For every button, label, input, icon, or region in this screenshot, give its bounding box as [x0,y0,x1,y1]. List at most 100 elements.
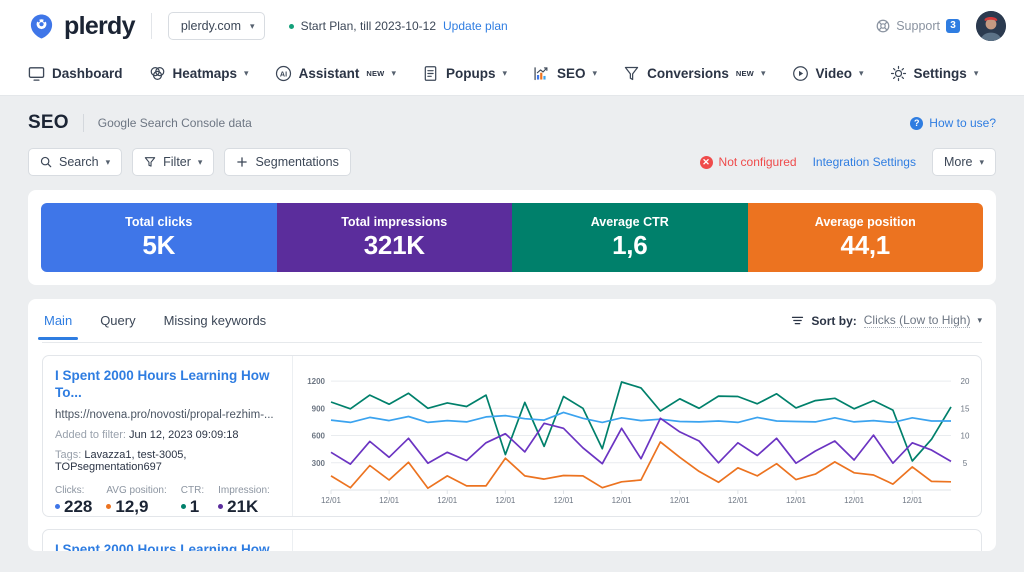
metric-dot-icon [55,504,60,509]
more-button[interactable]: More ▾ [932,148,996,176]
divider [151,13,152,39]
integration-settings-link[interactable]: Integration Settings [813,155,916,169]
support-label: Support [896,19,940,33]
nav-item-seo[interactable]: SEO ▾ [533,65,597,82]
kpi-value: 321K [364,230,425,261]
metric-0: Clicks:228 [55,485,92,517]
status-badge: ✕ Not configured [700,155,797,169]
svg-text:AI: AI [280,71,287,79]
nav-item-popups[interactable]: Popups ▾ [422,65,507,82]
nav-item-settings[interactable]: Settings ▾ [890,65,979,82]
search-button[interactable]: Search ▾ [28,148,122,176]
filter-button[interactable]: Filter ▾ [132,148,214,176]
row-metrics: Clicks:228AVG position:12,9CTR:1Impressi… [55,485,280,517]
sort-by-value: Clicks (Low to High) [864,313,971,328]
plerdy-logo-icon [28,13,55,40]
kpi-value: 44,1 [841,230,890,261]
kpi-value: 5K [142,230,175,261]
table-row[interactable]: I Spent 2000 Hours Learning How To... 30… [42,529,982,551]
kpi-card-0[interactable]: Total clicks5K [41,203,277,272]
row-tags: Tags: Lavazza1, test-3005, TOPsegmentati… [55,449,280,473]
chevron-down-icon: ▾ [198,157,203,168]
segmentations-button[interactable]: Segmentations [224,148,350,176]
nav-badge-new: NEW [366,69,384,78]
kpi-card-3[interactable]: Average position44,1 [748,203,984,272]
page-content: SEO Google Search Console data ? How to … [0,96,1024,551]
chevron-down-icon: ▾ [250,21,255,32]
y-axis-tick-right: 5 [963,459,968,468]
tab-query[interactable]: Query [98,313,137,340]
tab-main[interactable]: Main [42,313,74,340]
row-title-link[interactable]: I Spent 2000 Hours Learning How To... [55,368,280,402]
monitor-icon [28,65,45,82]
nav-item-dashboard[interactable]: Dashboard [28,65,123,82]
tabs: Main Query Missing keywords Sort by: Cli… [42,299,982,343]
kpi-row: Total clicks5KTotal impressions321KAvera… [41,203,983,272]
metric-label: CTR: [181,485,204,496]
metric-2: CTR:1 [181,485,204,517]
kpi-card-2[interactable]: Average CTR1,6 [512,203,748,272]
sort-icon [791,314,804,327]
metric-label: Impression: [218,485,270,496]
filter-label: Filter [163,155,191,169]
brand-logo[interactable]: plerdy [28,12,135,41]
heatmaps-icon [149,65,166,82]
nav-label: Conversions [647,66,729,81]
nav-label: Assistant [299,66,360,81]
table-row[interactable]: I Spent 2000 Hours Learning How To... ht… [42,355,982,517]
nav-item-assistant[interactable]: AI Assistant NEW ▾ [275,65,396,82]
avatar[interactable] [976,11,1006,41]
page-title: SEO [28,112,69,134]
ai-icon: AI [275,65,292,82]
sort-by-control[interactable]: Sort by: Clicks (Low to High) ▾ [791,313,982,328]
y-axis-tick-left: 1200 [307,377,325,386]
chevron-down-icon: ▾ [503,68,508,79]
page-subtitle: Google Search Console data [98,116,252,130]
filter-icon [144,156,156,168]
kpi-label: Total impressions [341,215,447,229]
divider [83,114,84,132]
how-to-use-link[interactable]: ? How to use? [910,116,996,130]
nav-label: Video [816,66,853,81]
nav-item-video[interactable]: Video ▾ [792,65,864,82]
site-selector[interactable]: plerdy.com ▾ [168,12,265,40]
chevron-down-icon: ▾ [761,68,766,79]
nav-label: Settings [914,66,967,81]
row-title-link[interactable]: I Spent 2000 Hours Learning How To... [55,542,280,551]
metric-dot-icon [218,504,223,509]
metric-value: 228 [55,497,92,517]
line-chart: 3006009001200510152012/0112/0112/0112/01… [297,538,982,551]
nav-item-conversions[interactable]: Conversions NEW ▾ [623,65,765,82]
row-details: I Spent 2000 Hours Learning How To... [43,530,293,551]
nav-label: SEO [557,66,586,81]
search-icon [40,156,52,168]
support-count-badge: 3 [946,19,960,33]
tab-missing-keywords[interactable]: Missing keywords [162,313,269,340]
update-plan-link[interactable]: Update plan [443,19,508,33]
series-line [331,442,951,488]
y-axis-tick-left: 600 [312,432,326,441]
kpi-label: Average position [815,215,916,229]
metric-value: 12,9 [106,497,166,517]
y-axis-tick-right: 10 [961,432,970,441]
y-axis-tick-right: 20 [961,377,970,386]
plus-icon [236,156,248,168]
search-label: Search [59,155,99,169]
chevron-down-icon: ▾ [244,68,249,79]
x-axis-tick: 12/01 [495,496,516,505]
series-line [331,418,951,464]
lifebuoy-icon [876,19,890,33]
x-axis-tick: 12/01 [379,496,400,505]
not-configured-label: Not configured [719,155,797,169]
y-axis-tick-right: 15 [961,404,970,413]
support-button[interactable]: Support 3 [876,19,960,33]
nav-item-heatmaps[interactable]: Heatmaps ▾ [149,65,249,82]
popups-icon [422,65,439,82]
results-panel: Main Query Missing keywords Sort by: Cli… [28,299,996,551]
kpi-card-1[interactable]: Total impressions321K [277,203,513,272]
chevron-down-icon: ▾ [979,157,984,168]
kpi-label: Total clicks [125,215,192,229]
x-axis-tick: 12/01 [553,496,574,505]
row-details: I Spent 2000 Hours Learning How To... ht… [43,356,293,516]
how-to-use-label: How to use? [929,116,996,130]
